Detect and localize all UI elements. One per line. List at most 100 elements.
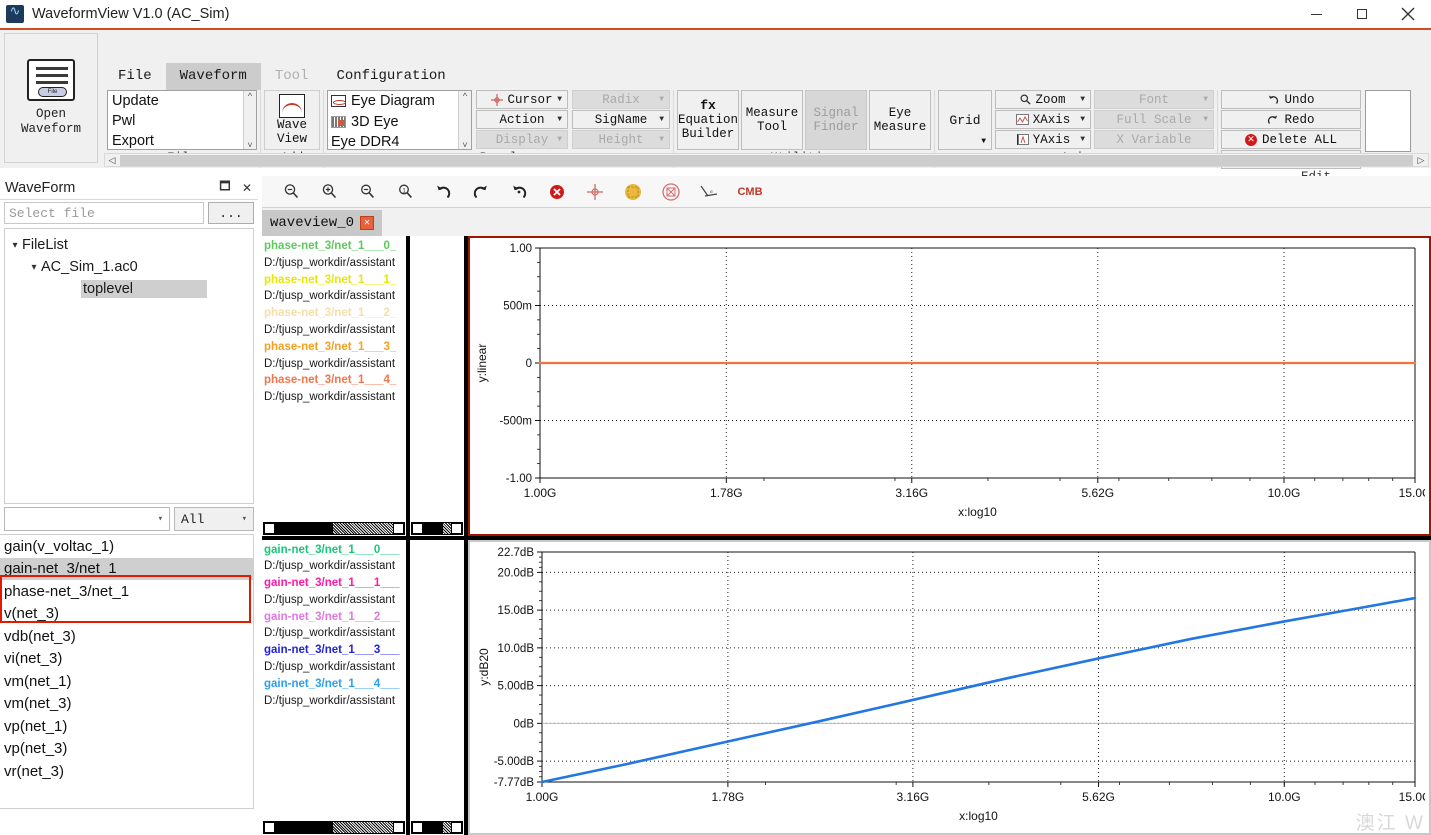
tab-close-icon[interactable]: ✕ <box>360 216 375 230</box>
x-variable-button[interactable]: X Variable <box>1094 130 1214 149</box>
dock-close-icon[interactable]: ✕ <box>236 181 258 195</box>
undo-icon[interactable] <box>424 179 462 205</box>
delete-icon[interactable] <box>538 179 576 205</box>
tab-tool[interactable]: Tool <box>261 63 323 90</box>
action-button[interactable]: Action ▼ <box>476 110 568 129</box>
list-item[interactable]: vi(net_3) <box>0 648 253 671</box>
signal-list[interactable]: gain(v_voltac_1) gain-net_3/net_1 phase-… <box>0 534 254 809</box>
cursor-button[interactable]: Cursor ▼ <box>476 90 568 109</box>
waveform-signal-label[interactable]: phase-net_3/net_1___4_ <box>264 372 404 389</box>
redo-icon[interactable] <box>462 179 500 205</box>
list-item[interactable]: vm(net_3) <box>0 693 253 716</box>
list-item[interactable]: gain(v_voltac_1) <box>0 535 253 558</box>
zoom-button[interactable]: Zoom ▼ <box>995 90 1091 109</box>
cmb-button[interactable]: CMB <box>728 179 772 205</box>
scroll-thumb[interactable] <box>275 822 333 833</box>
file-item-pwl[interactable]: Pwl <box>108 111 256 131</box>
waveform-signal-label[interactable]: gain-net_3/net_1___3___ <box>264 642 404 659</box>
tab-waveform[interactable]: Waveform <box>165 63 261 90</box>
angle-measure-icon[interactable]: α <box>690 179 728 205</box>
waveform-signal-label[interactable]: gain-net_3/net_1___1___ <box>264 575 404 592</box>
value-column-bottom[interactable] <box>410 539 468 835</box>
panel-item-eye-diagram[interactable]: Eye Diagram <box>328 91 471 112</box>
minimize-button[interactable] <box>1293 0 1339 28</box>
open-waveform-button[interactable]: File Open Waveform <box>4 33 98 163</box>
signal-finder-button[interactable]: Signal Finder <box>805 90 867 150</box>
scroll-right-arrow[interactable] <box>393 522 404 534</box>
scroll-left-arrow[interactable] <box>264 522 275 534</box>
panel-type-list[interactable]: Eye Diagram 3D Eye Eye DDR4 ^ ˅ <box>327 90 472 150</box>
tree-node-ac-sim[interactable]: ▾ AC_Sim_1.ac0 <box>5 256 253 278</box>
list-item[interactable]: phase-net_3/net_1 <box>0 580 253 603</box>
zoom-fit-x-icon[interactable] <box>348 179 386 205</box>
panel-list-scrollbar[interactable]: ^ ˅ <box>458 91 471 149</box>
chevron-down-icon[interactable]: ▾ <box>8 240 22 251</box>
signame-button[interactable]: SigName ▼ <box>572 110 670 129</box>
radix-button[interactable]: Radix ▼ <box>572 90 670 109</box>
zoom-in-icon[interactable] <box>310 179 348 205</box>
waveform-signal-label[interactable]: gain-net_3/net_1___0___ <box>264 542 404 559</box>
scroll-right-icon[interactable]: ▷ <box>1414 155 1428 166</box>
signal-name-column-bottom[interactable]: gain-net_3/net_1___0___ D:/tjusp_workdir… <box>262 539 410 835</box>
waveform-signal-label[interactable]: gain-net_3/net_1___4___ <box>264 676 404 693</box>
cursor-crosshair-icon[interactable] <box>576 179 614 205</box>
phase-plot[interactable]: -1.00 -500m 0 500m 1.00 1.00G 1.78G 3.16G 5.62G 1… <box>468 236 1431 536</box>
file-item-export[interactable]: Export <box>108 131 256 149</box>
waveform-signal-label[interactable]: phase-net_3/net_1___3_ <box>264 339 404 356</box>
xaxis-button[interactable]: XAxis ▼ <box>995 110 1091 129</box>
scroll-thumb[interactable] <box>275 522 333 534</box>
grid-button[interactable]: Grid ▼ <box>938 90 992 150</box>
chevron-down-icon[interactable]: ▾ <box>27 262 41 273</box>
panel-item-eye-ddr4[interactable]: Eye DDR4 <box>328 132 471 149</box>
list-item[interactable]: gain-net_3/net_1 <box>0 557 253 580</box>
value-column-top[interactable] <box>410 236 468 536</box>
height-button[interactable]: Height ▼ <box>572 130 670 149</box>
eye-measure-button[interactable]: Eye Measure <box>869 90 931 150</box>
ribbon-scroll-thumb[interactable] <box>120 154 1413 166</box>
gain-plot[interactable]: -7.77dB -5.00dB 0dB 5.00dB 10.0dB 15.0dB 20.0d… <box>468 539 1431 835</box>
ribbon-horizontal-scrollbar[interactable]: ◁ ▷ <box>104 153 1429 167</box>
tab-waveview-0[interactable]: waveview_0 ✕ <box>262 210 383 236</box>
panel-item-3d-eye[interactable]: 3D Eye <box>328 112 471 133</box>
waveform-signal-label[interactable]: gain-net_3/net_1___2___ <box>264 609 404 626</box>
signal-column-scrollbar[interactable] <box>263 521 405 535</box>
scroll-thumb[interactable] <box>423 522 443 534</box>
list-item[interactable]: vr(net_3) <box>0 760 253 783</box>
list-item[interactable]: vm(net_1) <box>0 670 253 693</box>
reset-icon[interactable] <box>500 179 538 205</box>
signal-name-column-top[interactable]: phase-net_3/net_1___0_ D:/tjusp_workdir/… <box>262 236 410 536</box>
redo-button[interactable]: Redo <box>1221 110 1361 129</box>
display-button[interactable]: Display ▼ <box>476 130 568 149</box>
list-item[interactable]: vp(net_3) <box>0 738 253 761</box>
value-column-scrollbar[interactable] <box>411 821 463 834</box>
equation-builder-button[interactable]: fx Equation Builder <box>677 90 739 150</box>
scroll-right-arrow[interactable] <box>393 822 404 833</box>
select-file-input[interactable] <box>4 202 204 224</box>
scroll-thumb[interactable] <box>423 822 443 833</box>
font-button[interactable]: Font ▼ <box>1094 90 1214 109</box>
full-scale-button[interactable]: Full Scale ▼ <box>1094 110 1214 129</box>
waveform-signal-label[interactable]: phase-net_3/net_1___2_ <box>264 305 404 322</box>
no-marker-icon[interactable] <box>652 179 690 205</box>
tab-configuration[interactable]: Configuration <box>322 63 459 90</box>
yaxis-button[interactable]: YAxis ▼ <box>995 130 1091 149</box>
file-list-scrollbar[interactable]: ^ ˅ <box>243 91 256 149</box>
marker-circle-icon[interactable] <box>614 179 652 205</box>
wave-view-button[interactable]: Wave View <box>264 90 320 150</box>
list-item[interactable]: v(net_3) <box>0 603 253 626</box>
file-commands-list[interactable]: Update Pwl Export ^ ˅ <box>107 90 257 150</box>
scroll-left-arrow[interactable] <box>412 522 423 534</box>
list-item[interactable]: vdb(net_3) <box>0 625 253 648</box>
type-combo[interactable]: All ▾ <box>174 507 254 531</box>
waveform-signal-label[interactable]: phase-net_3/net_1___0_ <box>264 238 404 255</box>
waveform-signal-label[interactable]: phase-net_3/net_1___1_ <box>264 272 404 289</box>
tab-file[interactable]: File <box>104 63 166 90</box>
undo-button[interactable]: Undo <box>1221 90 1361 109</box>
close-button[interactable] <box>1385 0 1431 28</box>
scroll-left-arrow[interactable] <box>264 822 275 833</box>
zoom-out-icon[interactable] <box>272 179 310 205</box>
scroll-right-arrow[interactable] <box>451 822 462 833</box>
float-window-icon[interactable]: 🗖 <box>214 177 236 198</box>
maximize-button[interactable] <box>1339 0 1385 28</box>
scroll-right-arrow[interactable] <box>451 522 462 534</box>
